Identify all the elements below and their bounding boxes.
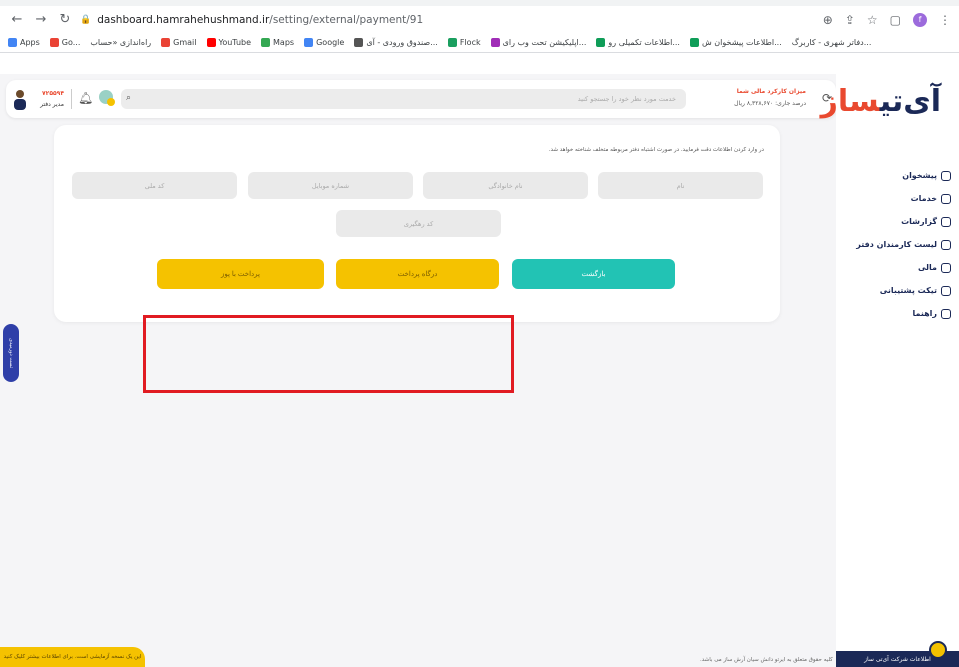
bookmark-maps[interactable]: Maps <box>261 38 294 47</box>
bookmark-flock[interactable]: Flock <box>447 38 481 47</box>
bookmark-setup[interactable]: راه‌اندازی «حساب <box>90 38 151 47</box>
url-path: /setting/external/payment/91 <box>269 13 424 26</box>
users-icon <box>941 239 951 250</box>
sheets-icon <box>689 38 699 47</box>
lock-icon: 🔒 <box>80 14 92 25</box>
zoom-icon[interactable]: ⊕ <box>823 13 833 27</box>
tracking-code-field[interactable]: کد رهگیری <box>336 210 501 237</box>
bookmark-city[interactable]: دفاتر شهری - کاربرگ... <box>792 38 872 47</box>
bookmark-info[interactable]: اطلاعات تکمیلی رو... <box>596 38 680 47</box>
bookmark-gmail[interactable]: Gmail <box>161 38 197 47</box>
support-badge-icon[interactable] <box>929 641 947 659</box>
user-role: مدیر دفتر <box>40 101 64 108</box>
wallet-title: میزان کارکرد مالی شما <box>736 88 806 95</box>
webapp-icon <box>490 38 500 47</box>
bell-icon[interactable]: 🔔︎ <box>78 91 93 105</box>
side-tab[interactable]: تست دورمیدی <box>3 324 19 382</box>
bookmark-inbox[interactable]: صندوق ورودی - آی... <box>354 38 438 47</box>
bookmark-desk[interactable]: اطلاعات پیشخوان ش... <box>689 38 782 47</box>
bookmark-google[interactable]: Google <box>304 38 344 47</box>
payment-form-card: در وارد کردن اطلاعات دقت فرمایید. در صور… <box>54 125 780 322</box>
national-code-field[interactable]: کد ملی <box>72 172 237 199</box>
services-icon <box>941 193 951 204</box>
gmail-icon <box>161 38 171 47</box>
user-info: ۷۲۵۵۹۴ مدیر دفتر <box>32 88 64 110</box>
share-icon[interactable]: ⇪ <box>845 13 855 27</box>
sidebar-item-staff[interactable]: لیست کارمندان دفتر <box>841 233 951 256</box>
sheets-icon <box>596 38 606 47</box>
mobile-field[interactable]: شماره موبایل <box>248 172 413 199</box>
trial-notice[interactable]: این یک نسخه آزمایشی است. برای اطلاعات بی… <box>0 647 145 667</box>
sidebar: آی‌تیساز پیشخوان خدمات گزارشات لیست کارم… <box>821 74 959 667</box>
back-button[interactable]: بازگشت <box>512 259 675 289</box>
wallet-summary: میزان کارکرد مالی شما درصد جاری: ۸,۳۲۸,۶… <box>734 86 806 110</box>
home-icon <box>941 170 951 181</box>
gateway-payment-button[interactable]: درگاه پرداخت <box>336 259 499 289</box>
logo[interactable]: آی‌تیساز <box>821 84 941 119</box>
sidebar-item-dashboard[interactable]: پیشخوان <box>841 164 951 187</box>
flock-icon <box>447 38 457 47</box>
reload-icon[interactable]: ↻ <box>56 12 74 27</box>
sidebar-item-finance[interactable]: مالی <box>841 256 951 279</box>
wallet-value: درصد جاری: ۸,۳۲۸,۶۷۰ ریال <box>734 100 806 107</box>
report-icon <box>941 216 951 227</box>
chrome-icon <box>354 38 364 47</box>
address-bar: ← → ↻ 🔒 dashboard.hamrahehushmand.ir /se… <box>0 6 959 33</box>
bookmarks-bar: Apps Go... راه‌اندازی «حساب Gmail YouTub… <box>0 33 959 53</box>
bookmark-youtube[interactable]: YouTube <box>206 38 251 47</box>
search-icon[interactable]: ⌕ <box>126 93 131 103</box>
top-bar: ۷۲۵۵۹۴ مدیر دفتر 🔔︎ خدمت مورد نظر خود را… <box>6 80 836 118</box>
sidebar-item-ticket[interactable]: تیکت پشتیبانی <box>841 279 951 302</box>
bookmark-gmail-go[interactable]: Go... <box>49 38 80 47</box>
name-field[interactable]: نام <box>598 172 763 199</box>
url-host: dashboard.hamrahehushmand.ir <box>97 13 270 26</box>
sidepanel-icon[interactable]: ▢ <box>890 13 901 27</box>
ticket-icon <box>941 285 951 296</box>
chat-icon[interactable] <box>98 89 116 110</box>
sidebar-item-help[interactable]: راهنما <box>841 302 951 325</box>
logo-accent: ساز <box>820 84 880 119</box>
divider <box>71 89 72 109</box>
help-icon <box>941 308 951 319</box>
wallet-icon <box>941 262 951 273</box>
sidebar-item-services[interactable]: خدمات <box>841 187 951 210</box>
sidebar-menu: پیشخوان خدمات گزارشات لیست کارمندان دفتر… <box>841 164 951 325</box>
gmail-icon <box>49 38 59 47</box>
app-area: ۷۲۵۵۹۴ مدیر دفتر 🔔︎ خدمت مورد نظر خود را… <box>0 74 959 667</box>
google-icon <box>304 38 314 47</box>
highlight-box <box>143 315 514 393</box>
forward-arrow-icon[interactable]: → <box>32 12 50 27</box>
family-field[interactable]: نام خانوادگی <box>423 172 588 199</box>
user-badge: ۷۲۵۵۹۴ <box>42 90 64 97</box>
sidebar-item-reports[interactable]: گزارشات <box>841 210 951 233</box>
search-input[interactable]: خدمت مورد نظر خود را جستجو کنید <box>121 89 686 109</box>
copyright-text: کلیه حقوق متعلق به ایرتو دانش سیان آرش س… <box>700 657 833 663</box>
back-arrow-icon[interactable]: ← <box>8 12 26 27</box>
url-field[interactable]: 🔒 dashboard.hamrahehushmand.ir /setting/… <box>80 14 823 26</box>
avatar[interactable] <box>12 88 28 110</box>
maps-icon <box>261 38 271 47</box>
bookmark-apps[interactable]: Apps <box>8 38 40 47</box>
profile-avatar[interactable]: f <box>913 12 927 27</box>
logo-dark: آی‌تی <box>879 84 941 119</box>
star-icon[interactable]: ☆ <box>867 13 878 27</box>
form-notice: در وارد کردن اطلاعات دقت فرمایید. در صور… <box>548 147 764 153</box>
bookmark-webapp[interactable]: اپلیکیشن تحت وب رای... <box>490 38 586 47</box>
pos-payment-button[interactable]: پرداخت با پوز <box>157 259 324 289</box>
apps-icon <box>8 38 17 47</box>
menu-dots-icon[interactable]: ⋮ <box>939 13 951 27</box>
youtube-icon <box>206 38 216 47</box>
